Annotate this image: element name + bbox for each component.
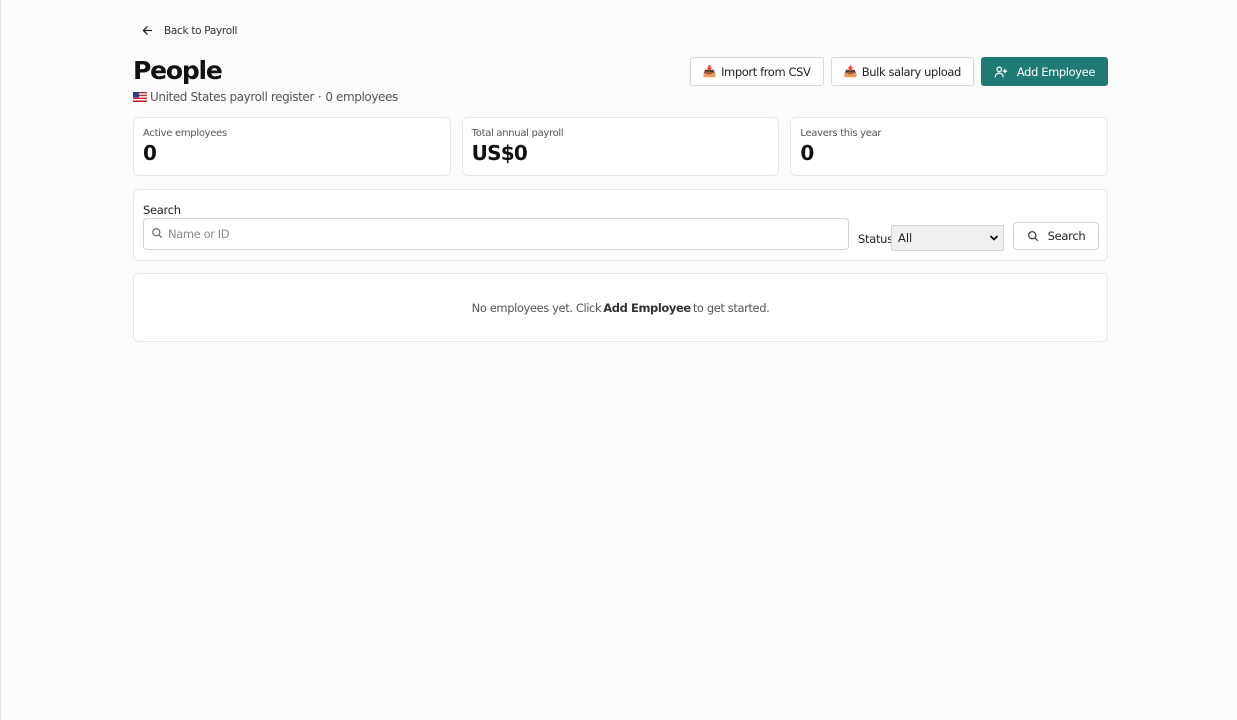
arrow-left-icon xyxy=(142,26,153,35)
inbox-tray-icon: 📥 xyxy=(702,65,717,78)
search-button[interactable]: Search xyxy=(1013,222,1099,250)
filter-card: Search Status All Search xyxy=(133,189,1108,261)
back-to-payroll-link[interactable]: Back to Payroll xyxy=(141,24,237,37)
status-label: Status xyxy=(858,232,893,246)
subtitle-count: 0 employees xyxy=(325,90,398,104)
stat-card-total-payroll: Total annual payroll US$0 xyxy=(461,117,780,176)
stat-card-leavers: Leavers this year 0 xyxy=(790,117,1109,176)
stat-value: 0 xyxy=(143,141,157,165)
status-select[interactable]: All xyxy=(891,225,1004,251)
subtitle-separator: · xyxy=(317,90,322,104)
page-subtitle: United States payroll register · 0 emplo… xyxy=(133,90,398,104)
subtitle-country: United States payroll register xyxy=(150,90,314,104)
add-employee-button[interactable]: Add Employee xyxy=(980,57,1108,86)
outbox-tray-icon: 📤 xyxy=(843,65,858,78)
search-button-label: Search xyxy=(1047,229,1086,243)
stat-label: Leavers this year xyxy=(800,128,882,139)
back-link-label: Back to Payroll xyxy=(164,24,238,37)
stats-row: Active employees 0 Total annual payroll … xyxy=(133,117,1109,176)
page-title: People xyxy=(133,56,223,85)
search-label: Search xyxy=(143,203,181,217)
search-input[interactable] xyxy=(168,219,838,249)
stat-card-active-employees: Active employees 0 xyxy=(133,117,451,176)
stat-value: 0 xyxy=(800,141,814,165)
empty-state: No employees yet. Click Add Employee to … xyxy=(133,273,1108,342)
header-actions: 📥 Import from CSV 📤 Bulk salary upload A… xyxy=(689,57,1108,86)
add-employee-label: Add Employee xyxy=(1016,64,1095,79)
stat-label: Active employees xyxy=(143,128,227,139)
empty-state-suffix: to get started. xyxy=(692,300,770,315)
empty-state-highlight: Add Employee xyxy=(603,300,691,315)
stat-value: US$0 xyxy=(471,141,528,165)
us-flag-icon xyxy=(133,92,147,102)
import-csv-button[interactable]: 📥 Import from CSV xyxy=(689,57,824,86)
stat-label: Total annual payroll xyxy=(471,128,564,139)
chevron-down-icon xyxy=(990,235,998,241)
user-plus-icon xyxy=(994,65,1008,77)
status-selected-value: All xyxy=(898,231,913,245)
import-csv-label: Import from CSV xyxy=(721,64,811,79)
search-icon xyxy=(152,228,163,239)
bulk-salary-upload-button[interactable]: 📤 Bulk salary upload xyxy=(830,57,974,86)
search-icon xyxy=(1027,231,1038,242)
bulk-salary-upload-label: Bulk salary upload xyxy=(861,64,962,79)
empty-state-prefix: No employees yet. Click xyxy=(471,300,602,315)
search-field xyxy=(143,218,849,250)
